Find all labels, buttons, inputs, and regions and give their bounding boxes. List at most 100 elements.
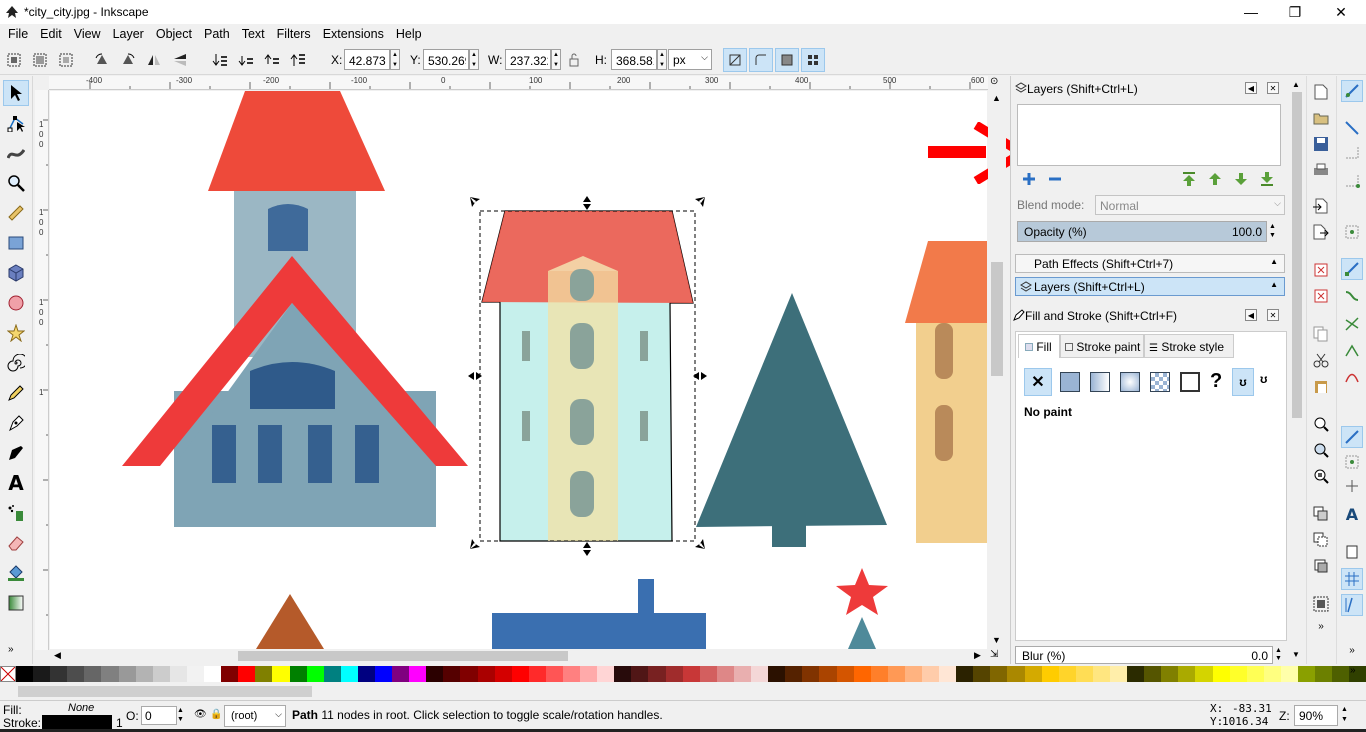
palette-swatch[interactable] [921,666,940,682]
flip-vertical-icon[interactable] [170,50,190,70]
undo-icon[interactable] [1311,260,1331,280]
spiral-tool-icon[interactable] [3,350,29,376]
x-input[interactable] [344,49,390,70]
lock-ratio-icon[interactable] [566,50,582,70]
collapse-panel-icon[interactable]: ◀ [1245,309,1257,321]
select-all-icon[interactable] [4,50,24,70]
palette-swatch[interactable] [699,666,717,682]
palette-swatch[interactable] [135,666,153,682]
menu-extensions[interactable]: Extensions [315,27,388,41]
scale-stroke-toggle[interactable] [723,48,747,72]
duplicate-icon[interactable] [1311,504,1331,524]
unit-select[interactable]: px ⌵ [668,49,712,70]
snap-bbox-edge-icon[interactable] [1342,142,1362,162]
snap-more-icon[interactable]: » [1342,640,1362,660]
node-tool-icon[interactable] [3,110,29,136]
rectangle-tool-icon[interactable] [3,230,29,256]
no-paint-button[interactable]: ✕ [1024,368,1052,396]
zoom-input[interactable] [1294,705,1338,726]
snap-paths-icon[interactable] [1342,286,1362,306]
palette-swatch[interactable] [186,666,205,682]
lower-icon[interactable] [236,50,256,70]
snap-bbox-icon[interactable] [1342,118,1362,138]
opacity-spinner[interactable]: ▲ ▼ [1269,222,1276,240]
cut-icon[interactable] [1311,350,1331,370]
fill-rule-nonzero-icon[interactable]: ʊ [1260,372,1267,386]
blend-mode-select[interactable]: Normal ⌵ [1095,195,1285,215]
gradient-tool-icon[interactable] [3,590,29,616]
opacity-slider[interactable]: Opacity (%) 100.0 [1017,221,1267,242]
layer-to-top-icon[interactable] [1181,171,1197,187]
opacity-input[interactable] [141,706,177,725]
toolbox-more-icon[interactable]: » [8,644,14,655]
add-layer-icon[interactable] [1021,171,1037,187]
stroke-indicator-swatch[interactable] [42,715,112,729]
menu-view[interactable]: View [66,27,105,41]
transform-patterns-toggle[interactable] [801,48,825,72]
palette-swatch[interactable] [665,666,683,682]
zoom-drawing-icon[interactable] [1311,440,1331,460]
zoom-tool-icon[interactable] [3,170,29,196]
palette-swatch[interactable] [357,666,375,682]
menu-object[interactable]: Object [148,27,196,41]
h-spinner[interactable]: ▲ ▼ [657,49,667,70]
palette-swatch[interactable] [768,666,786,682]
left-house-window[interactable] [355,425,379,483]
palette-swatch[interactable] [460,666,478,682]
palette-swatch[interactable] [1298,666,1316,682]
palette-swatch[interactable] [1212,666,1230,682]
scroll-down-icon[interactable]: ▼ [992,635,1001,645]
maximize-button[interactable]: ❐ [1272,0,1318,24]
layer-select[interactable]: (root) ⌵ [224,705,286,727]
left-tower-roof[interactable] [208,91,385,191]
snap-object-center-icon[interactable] [1342,452,1362,472]
pen-tool-icon[interactable] [3,410,29,436]
snap-nodes-icon[interactable] [1341,258,1363,280]
rotate-ccw-icon[interactable] [92,50,112,70]
left-house-window[interactable] [250,362,335,409]
palette-swatch[interactable] [1127,666,1145,682]
remove-layer-icon[interactable] [1047,171,1063,187]
swatch-button[interactable] [1180,372,1200,392]
zoom-page-icon[interactable] [1311,466,1331,486]
palette-swatch[interactable] [443,666,461,682]
minimize-button[interactable]: — [1228,0,1274,24]
scroll-right-icon[interactable]: ▶ [974,650,981,661]
palette-swatch[interactable] [152,666,170,682]
palette-swatch[interactable] [340,666,358,682]
lower-to-bottom-icon[interactable] [210,50,230,70]
palette-swatch[interactable] [973,666,991,682]
menu-layer[interactable]: Layer [105,27,148,41]
left-house-window[interactable] [308,425,332,483]
palette-scroll-thumb[interactable] [18,686,312,697]
commands-more-icon[interactable]: » [1311,616,1331,636]
snap-smooth-icon[interactable] [1342,368,1362,388]
palette-swatch[interactable] [1229,666,1247,682]
close-panel-icon[interactable]: ✕ [1267,309,1279,321]
palette-swatch[interactable] [1332,666,1350,682]
palette-swatch[interactable] [221,666,239,682]
raise-to-top-icon[interactable] [288,50,308,70]
palette-swatch[interactable] [545,666,563,682]
scroll-down-icon[interactable]: ▼ [1292,650,1300,659]
palette-swatch[interactable] [682,666,700,682]
close-panel-icon[interactable]: ✕ [1267,82,1279,94]
linear-gradient-button[interactable] [1090,372,1110,392]
palette-swatch[interactable] [255,666,273,682]
raise-icon[interactable] [262,50,282,70]
selector-tool-icon[interactable] [3,80,29,106]
canvas-horizontal-scrollbar[interactable]: ◀ ▶ [50,649,988,663]
collapse-panel-icon[interactable]: ◀ [1245,82,1257,94]
snap-guide-icon[interactable] [1341,594,1363,616]
scroll-up-icon[interactable]: ▲ [992,93,1001,103]
palette-swatch[interactable] [272,666,290,682]
pine-tree-trunk[interactable] [772,525,806,547]
w-spinner[interactable]: ▲ ▼ [551,49,561,70]
flat-color-button[interactable] [1060,372,1080,392]
palette-swatch[interactable] [1144,666,1162,682]
blur-slider[interactable]: Blur (%) 0.0 [1015,646,1273,664]
x-spinner[interactable]: ▲ ▼ [390,49,400,70]
palette-swatch[interactable] [33,666,51,682]
open-document-icon[interactable] [1311,108,1331,128]
menu-edit[interactable]: Edit [32,27,66,41]
